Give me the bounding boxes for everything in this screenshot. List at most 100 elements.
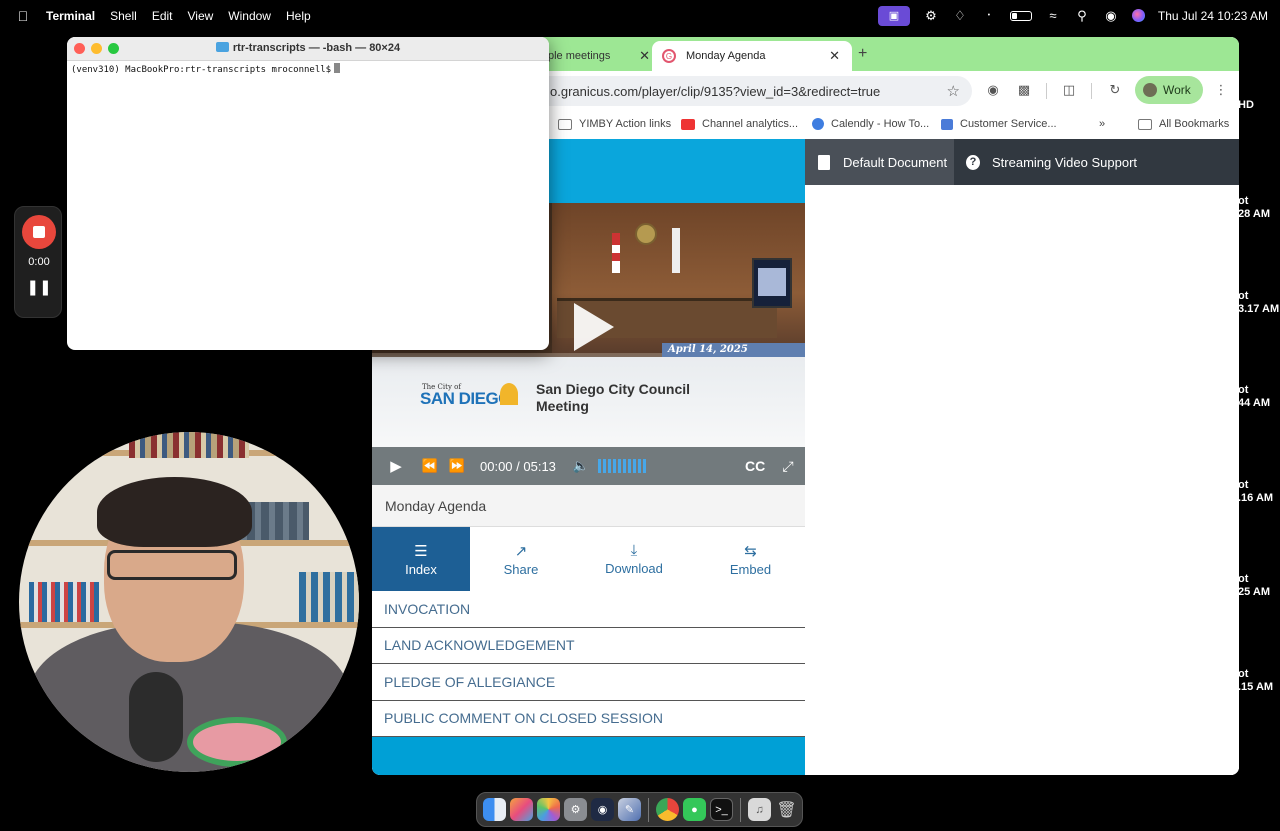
chrome-icon[interactable] — [656, 798, 679, 821]
menu-view[interactable]: View — [188, 9, 225, 23]
tab-meetings[interactable]: ple meetings ✕ — [542, 41, 650, 71]
person-glasses — [107, 550, 237, 580]
person-hair — [97, 477, 252, 547]
time-display: 00:00 / 05:13 — [480, 458, 556, 474]
bookmark-channel-analytics[interactable]: Channel analytics... — [681, 118, 798, 130]
messages-icon[interactable]: ● — [683, 798, 706, 821]
dock-divider — [740, 797, 741, 822]
menu-shell[interactable]: Shell — [110, 9, 148, 23]
fullscreen-icon[interactable]: ⤢ — [780, 447, 796, 485]
bookmark-yimby[interactable]: YIMBY Action links — [558, 118, 671, 130]
status-area: ▣ ⚙ ♢ ᛫ ≈ ⚲ ◉ Thu Jul 24 10:23 AM — [877, 0, 1268, 31]
photos-icon[interactable] — [537, 798, 560, 821]
avatar — [1143, 83, 1157, 97]
terminal-title-text: rtr-transcripts — -bash — 80×24 — [232, 42, 401, 54]
recording-time: 0:00 — [28, 256, 50, 268]
books-image — [299, 572, 359, 622]
menu-clock[interactable]: Thu Jul 24 10:23 AM — [1158, 9, 1268, 23]
bookmark-calendly[interactable]: Calendly - How To... — [812, 118, 929, 130]
bg-fragment: .16 AM — [1238, 492, 1274, 504]
close-icon[interactable]: ✕ — [829, 48, 840, 64]
help-icon: ? — [966, 154, 980, 170]
menu-window[interactable]: Window — [228, 9, 282, 23]
webcam-bubble[interactable] — [19, 432, 359, 772]
battery-icon[interactable] — [1009, 10, 1032, 21]
settings-icon[interactable]: ⚙ — [923, 8, 939, 23]
document-icon — [817, 154, 831, 170]
profile-button[interactable]: Work — [1135, 76, 1203, 104]
music-file-icon[interactable]: ♫ — [748, 798, 771, 821]
pages-icon[interactable]: ✎ — [618, 798, 641, 821]
dock: ⚙ ◉ ✎ ● >_ ♫ 🗑 — [476, 792, 803, 827]
terminal-titlebar[interactable]: rtr-transcripts — -bash — 80×24 — [67, 37, 549, 61]
shell-prompt: (venv310) MacBookPro:rtr-transcripts mro… — [71, 65, 332, 75]
rewind-icon[interactable]: ⏪ — [421, 447, 439, 485]
sync-icon[interactable]: ↻ — [1107, 82, 1123, 98]
tab-search-icon[interactable]: ◫ — [1061, 82, 1077, 98]
url-text[interactable]: o.granicus.com/player/clip/9135?view_id=… — [550, 84, 880, 99]
play-overlay-icon[interactable] — [574, 303, 614, 351]
terminal-body[interactable]: (venv310) MacBookPro:rtr-transcripts mro… — [71, 63, 341, 75]
tab-streaming-video-support[interactable]: ? Streaming Video Support — [954, 139, 1137, 185]
index-button[interactable]: ☰ Index — [372, 527, 470, 591]
tab-default-document[interactable]: Default Document — [805, 139, 954, 185]
bookmark-label: All Bookmarks — [1159, 118, 1230, 130]
agenda-title: Monday Agenda — [372, 485, 805, 527]
index-item-pledge[interactable]: PLEDGE OF ALLEGIANCE — [372, 664, 805, 701]
pause-icon[interactable]: ❚❚ — [15, 278, 63, 296]
desktop:  Terminal Shell Edit View Window Help ▣… — [0, 0, 1280, 831]
tab-monday-agenda[interactable]: G Monday Agenda ✕ — [652, 41, 852, 71]
control-center-icon[interactable]: ◉ — [1103, 8, 1119, 23]
menu-edit[interactable]: Edit — [152, 9, 184, 23]
bg-fragment: ot — [1238, 195, 1249, 207]
siri-icon[interactable] — [1131, 9, 1145, 22]
bg-fragment: 3.17 AM — [1238, 303, 1280, 315]
closed-captions-button[interactable]: CC — [745, 447, 765, 485]
volume-icon[interactable]: 🔈 — [573, 447, 589, 485]
system-settings-icon[interactable]: ⚙ — [564, 798, 587, 821]
trash-icon[interactable]: 🗑 — [775, 798, 798, 821]
text-cursor — [334, 63, 341, 73]
screen-sharing-icon[interactable]: ▣ — [877, 5, 910, 26]
bg-fragment: 28 AM — [1238, 208, 1270, 220]
action-label: Download — [605, 561, 663, 576]
extensions-puzzle-icon[interactable]: ▩ — [1016, 82, 1032, 98]
dock-divider — [648, 797, 649, 822]
terminal-icon[interactable]: >_ — [710, 798, 733, 821]
bookmark-all-bookmarks[interactable]: All Bookmarks — [1138, 118, 1229, 130]
finder-icon[interactable] — [483, 798, 506, 821]
launchpad-icon[interactable] — [510, 798, 533, 821]
bookmark-star-icon[interactable]: ☆ — [947, 82, 960, 100]
download-button[interactable]: ⤓ Download — [572, 527, 696, 591]
video-date: April 14, 2025 — [668, 344, 748, 355]
stop-recording-button[interactable] — [22, 215, 56, 249]
embed-button[interactable]: ⇆ Embed — [696, 527, 805, 591]
address-bar[interactable]: o.granicus.com/player/clip/9135?view_id=… — [532, 76, 972, 106]
bg-fragment: 44 AM — [1238, 397, 1270, 409]
bookmarks-overflow-icon[interactable]: » — [1099, 118, 1105, 130]
more-menu-icon[interactable]: ⋮ — [1213, 82, 1229, 98]
profile-label: Work — [1163, 83, 1191, 97]
share-button[interactable]: ↗ Share — [470, 527, 572, 591]
index-item-public-comment[interactable]: PUBLIC COMMENT ON CLOSED SESSION — [372, 701, 805, 737]
volume-slider[interactable] — [598, 447, 646, 485]
search-icon[interactable]: ⚲ — [1074, 8, 1090, 23]
extension-circle-icon[interactable]: ◉ — [985, 82, 1001, 98]
davinci-resolve-icon[interactable]: ◉ — [591, 798, 614, 821]
index-item-invocation[interactable]: INVOCATION — [372, 591, 805, 628]
folder-icon — [215, 42, 229, 52]
bluetooth-icon[interactable]: ᛫ — [981, 8, 997, 23]
apple-logo-icon[interactable]:  — [0, 8, 46, 24]
wifi-icon[interactable]: ≈ — [1045, 8, 1061, 23]
bookmark-customer-service[interactable]: Customer Service... — [941, 118, 1057, 130]
us-flag-image — [612, 233, 620, 273]
index-item-land-acknowledgement[interactable]: LAND ACKNOWLEDGEMENT — [372, 628, 805, 664]
close-icon[interactable]: ✕ — [639, 48, 650, 64]
layers-icon[interactable]: ♢ — [952, 8, 968, 23]
play-icon[interactable]: ▶ — [386, 447, 406, 485]
fast-forward-icon[interactable]: ⏩ — [448, 447, 466, 485]
menu-app-name[interactable]: Terminal — [46, 9, 106, 23]
new-tab-icon[interactable]: + — [858, 45, 867, 63]
youtube-icon — [681, 118, 695, 130]
menu-help[interactable]: Help — [286, 9, 322, 23]
